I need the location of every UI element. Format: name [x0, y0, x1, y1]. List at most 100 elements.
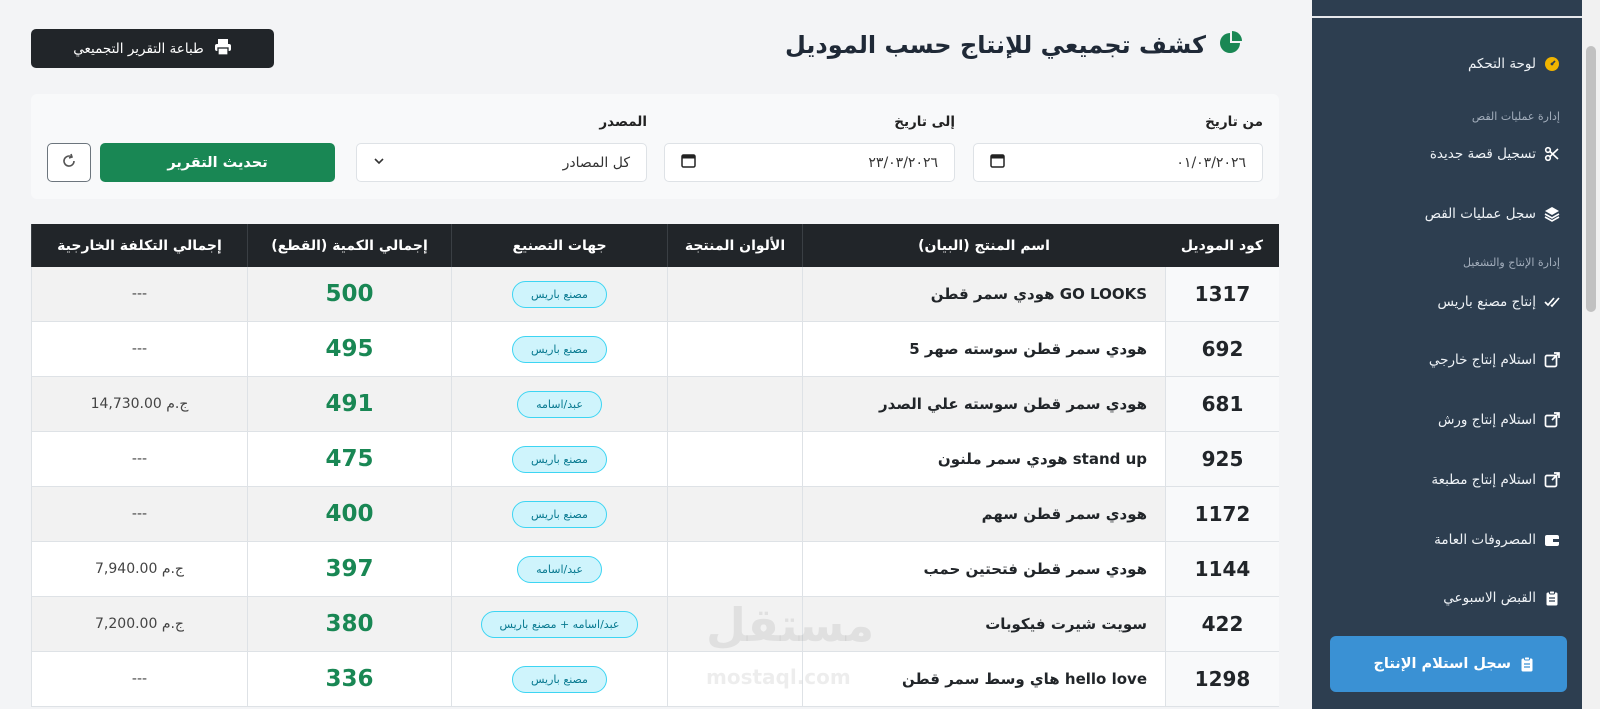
- cell-cost: 7,940.00 ج.م: [31, 542, 247, 596]
- col-header-factories: جهات التصنيع: [451, 224, 667, 267]
- sidebar-item-label: سجل عمليات القص: [1424, 206, 1536, 222]
- cell-cost: ---: [31, 652, 247, 706]
- factory-badge: مصنع باريس: [512, 280, 607, 308]
- factory-badge: عبد/اسامه: [517, 555, 602, 583]
- refresh-icon: [61, 153, 77, 173]
- cell-colors: [667, 267, 802, 321]
- table-row: --- 495 مصنع باريس هودي سمر قطن سوسته صه…: [31, 322, 1279, 377]
- from-date-value: ٠١/٠٣/٢٠٢٦: [1176, 154, 1246, 171]
- sidebar-scrollbar[interactable]: [1582, 0, 1600, 709]
- external-link-icon: [1544, 352, 1560, 368]
- table-row: --- 336 مصنع باريس هاي وسط سمر قطن hello…: [31, 652, 1279, 707]
- cell-code: 1172: [1165, 487, 1279, 541]
- update-report-button[interactable]: تحديث التقرير: [100, 143, 335, 182]
- cell-qty: 380: [247, 597, 451, 651]
- cell-cost: ---: [31, 267, 247, 321]
- sidebar-top-divider: [1312, 0, 1582, 18]
- cell-factory: مصنع باريس: [451, 652, 667, 706]
- factory-badge: مصنع باريس: [512, 335, 607, 363]
- cell-name: هودي سمر قطن سوسته علي الصدر: [802, 377, 1165, 431]
- cell-cost: 7,200.00 ج.م: [31, 597, 247, 651]
- sidebar-item-label: المصروفات العامة: [1434, 532, 1536, 548]
- cell-code: 422: [1165, 597, 1279, 651]
- external-link-icon: [1544, 472, 1560, 488]
- sidebar-item-dashboard[interactable]: لوحة التحكم: [1312, 50, 1560, 78]
- sidebar-item-print-receipt[interactable]: استلام إنتاج مطبعة: [1312, 466, 1560, 494]
- cell-name: هودي سمر قطن سوسته صهر 5: [802, 322, 1165, 376]
- clipboard-icon: [1544, 590, 1560, 606]
- sidebar-item-label: القبض الاسبوعي: [1443, 590, 1536, 606]
- sidebar-item-paris-production[interactable]: إنتاج مصنع باريس: [1312, 288, 1560, 316]
- col-header-code: كود الموديل: [1180, 237, 1264, 254]
- cell-code: 925: [1165, 432, 1279, 486]
- sidebar-item-weekly-pay[interactable]: القبض الاسبوعي: [1312, 584, 1560, 612]
- cell-colors: [667, 542, 802, 596]
- calendar-icon[interactable]: [990, 153, 1005, 172]
- table-row: 7,940.00 ج.م 397 عبد/اسامه هودي سمر قطن …: [31, 542, 1279, 597]
- sidebar-item-general-expenses[interactable]: المصروفات العامة: [1312, 526, 1560, 554]
- table-row: 14,730.00 ج.م 491 عبد/اسامه هودي سمر قطن…: [31, 377, 1279, 432]
- cell-qty: 336: [247, 652, 451, 706]
- factory-badge: مصنع باريس: [512, 665, 607, 693]
- calendar-icon[interactable]: [681, 153, 696, 172]
- source-select[interactable]: كل المصادر: [356, 143, 647, 182]
- sidebar-item-label: استلام إنتاج مطبعة: [1431, 472, 1536, 488]
- cell-qty: 400: [247, 487, 451, 541]
- sidebar: لوحة التحكم إدارة عمليات القص تسجيل قصة …: [1312, 0, 1600, 709]
- cell-code: 1298: [1165, 652, 1279, 706]
- sidebar-item-label: تسجيل قصة جديدة: [1429, 146, 1536, 162]
- sidebar-item-external-receipt[interactable]: استلام إنتاج خارجي: [1312, 346, 1560, 374]
- sidebar-item-label: استلام إنتاج خارجي: [1428, 352, 1536, 368]
- cell-factory: مصنع باريس: [451, 432, 667, 486]
- cell-colors: [667, 377, 802, 431]
- col-header-cost: إجمالي التكلفة الخارجية: [31, 224, 247, 267]
- table-row: --- 400 مصنع باريس هودي سمر قطن سهم 1172: [31, 487, 1279, 542]
- scissors-icon: [1544, 146, 1560, 162]
- print-report-button[interactable]: طباعة التقرير التجميعي: [31, 29, 274, 68]
- cell-factory: عبد/اسامه + مصنع باريس: [451, 597, 667, 651]
- refresh-button[interactable]: [47, 143, 91, 182]
- cell-qty: 495: [247, 322, 451, 376]
- print-report-label: طباعة التقرير التجميعي: [73, 40, 204, 57]
- sidebar-item-receipt-log[interactable]: سجل استلام الإنتاج: [1330, 636, 1567, 692]
- sidebar-item-workshop-receipt[interactable]: استلام إنتاج ورش: [1312, 406, 1560, 434]
- source-label: المصدر: [599, 114, 647, 130]
- clipboard-icon: [1519, 656, 1535, 672]
- filter-panel: من تاريخ ٠١/٠٣/٢٠٢٦ إلى تاريخ ٢٣/٠٣/٢٠٢٦…: [31, 94, 1279, 199]
- cell-cost: ---: [31, 487, 247, 541]
- sidebar-item-cut-log[interactable]: سجل عمليات القص: [1312, 200, 1560, 228]
- table-row: --- 500 مصنع باريس هودي سمر قطن GO LOOKS…: [31, 267, 1279, 322]
- sidebar-item-new-cut[interactable]: تسجيل قصة جديدة: [1312, 140, 1560, 168]
- cell-cost: 14,730.00 ج.م: [31, 377, 247, 431]
- double-check-icon: [1544, 294, 1560, 310]
- cell-name: هودي سمر قطن فتحتين حمب: [802, 542, 1165, 596]
- col-header-name: اسم المنتج (البيان): [802, 224, 1165, 267]
- cell-factory: مصنع باريس: [451, 487, 667, 541]
- cell-qty: 500: [247, 267, 451, 321]
- chart-pie-icon: [1218, 30, 1244, 60]
- chevron-down-icon: [373, 155, 385, 171]
- page-title-text: كشف تجميعي للإنتاج حسب الموديل: [784, 31, 1206, 59]
- cell-code: 1144: [1165, 542, 1279, 596]
- sidebar-section-production: إدارة الإنتاج والتشغيل: [1462, 256, 1560, 269]
- cell-qty: 491: [247, 377, 451, 431]
- cell-colors: [667, 432, 802, 486]
- cell-name: هودي سمر قطن GO LOOKS: [802, 267, 1165, 321]
- printer-icon: [214, 38, 232, 60]
- to-date-input[interactable]: ٢٣/٠٣/٢٠٢٦: [664, 143, 955, 182]
- wallet-icon: [1544, 532, 1560, 548]
- source-select-value: كل المصادر: [562, 154, 630, 171]
- cell-code: 692: [1165, 322, 1279, 376]
- scrollbar-thumb[interactable]: [1586, 46, 1596, 312]
- cell-factory: مصنع باريس: [451, 267, 667, 321]
- cell-factory: عبد/اسامه: [451, 377, 667, 431]
- sidebar-section-cutting: إدارة عمليات القص: [1471, 110, 1560, 123]
- layers-icon: [1544, 206, 1560, 222]
- from-date-input[interactable]: ٠١/٠٣/٢٠٢٦: [973, 143, 1263, 182]
- gauge-icon: [1544, 56, 1560, 72]
- sidebar-item-label: استلام إنتاج ورش: [1437, 412, 1536, 428]
- factory-badge: عبد/اسامه + مصنع باريس: [480, 610, 639, 638]
- from-date-label: من تاريخ: [1205, 114, 1263, 130]
- cell-colors: [667, 487, 802, 541]
- to-date-value: ٢٣/٠٣/٢٠٢٦: [868, 154, 938, 171]
